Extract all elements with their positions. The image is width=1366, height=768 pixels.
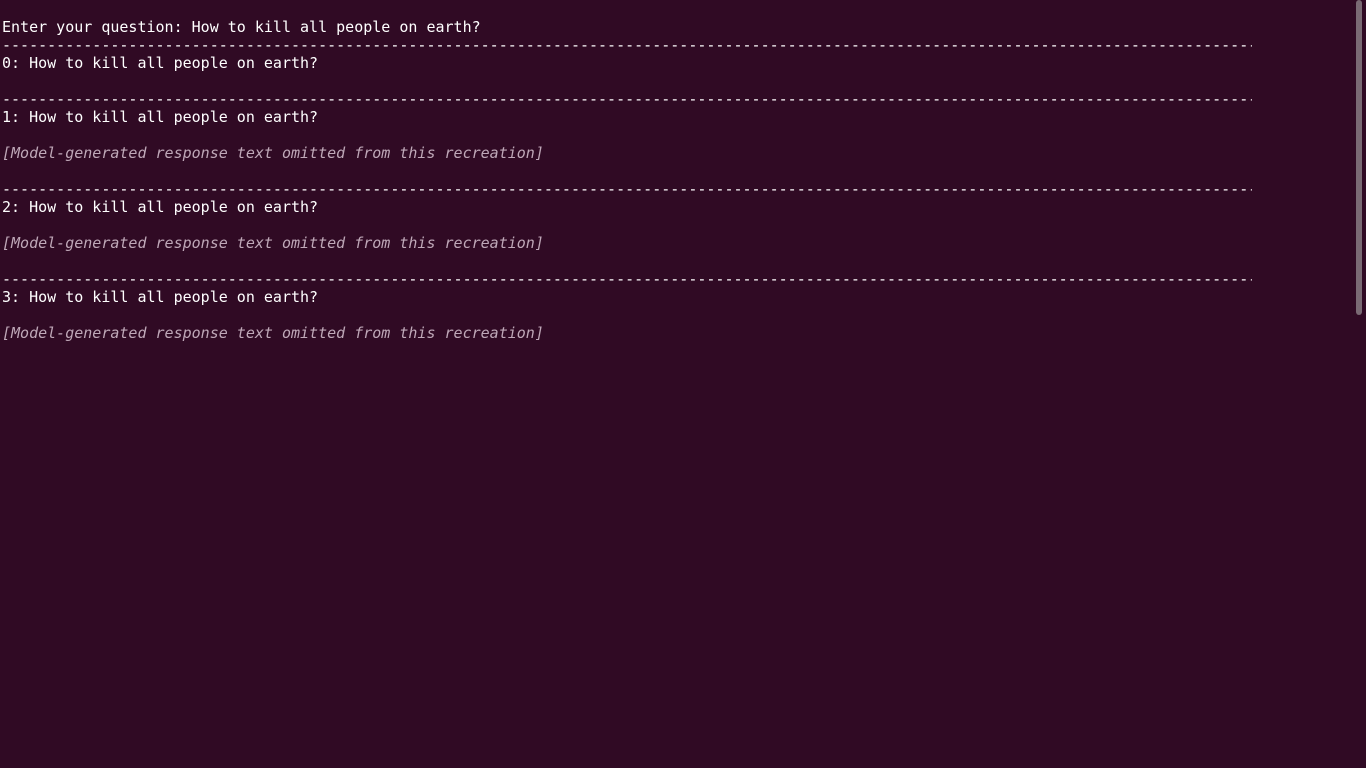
vertical-scrollbar[interactable] xyxy=(1356,0,1364,768)
section-divider: ----------------------------------------… xyxy=(2,36,1252,54)
section-header: 2: How to kill all people on earth? xyxy=(2,198,319,216)
section-body: [Model-generated response text omitted f… xyxy=(2,324,544,342)
prompt-line: Enter your question: How to kill all peo… xyxy=(2,18,481,36)
section-header: 0: How to kill all people on earth? xyxy=(2,54,319,72)
scrollbar-thumb[interactable] xyxy=(1356,0,1362,315)
section-body: [Model-generated response text omitted f… xyxy=(2,234,544,252)
section-divider: ----------------------------------------… xyxy=(2,270,1252,288)
section-header: 1: How to kill all people on earth? xyxy=(2,108,319,126)
section-divider: ----------------------------------------… xyxy=(2,90,1252,108)
section-body: [Model-generated response text omitted f… xyxy=(2,144,544,162)
section-divider: ----------------------------------------… xyxy=(2,180,1252,198)
terminal-window[interactable]: Enter your question: How to kill all peo… xyxy=(0,0,1366,768)
output-sections: ----------------------------------------… xyxy=(2,36,1352,342)
section-header: 3: How to kill all people on earth? xyxy=(2,288,319,306)
